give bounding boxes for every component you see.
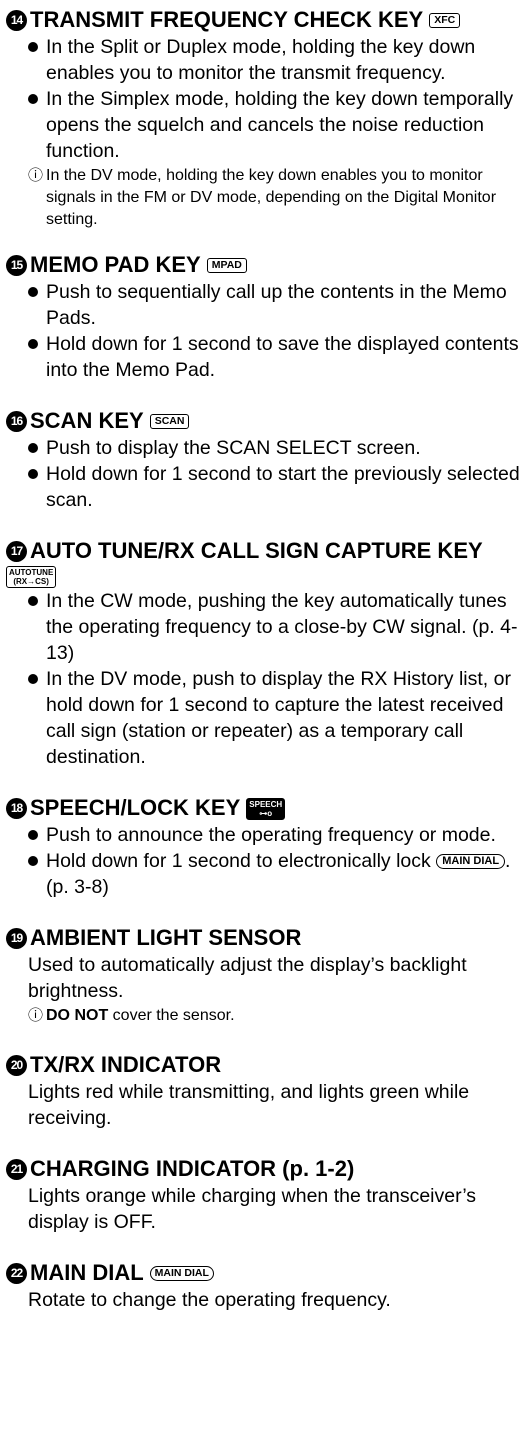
bullet-dot-icon [28,469,38,479]
section-heading: 20 TX/RX INDICATOR [6,1051,524,1079]
section-auto-tune-key: 17 AUTO TUNE/RX CALL SIGN CAPTURE KEY AU… [6,537,524,770]
section-title: MAIN DIAL [30,1260,144,1285]
section-number-badge: 22 [6,1262,27,1284]
key-label-main-dial: MAIN DIAL [149,1265,214,1281]
key-label-main-dial: MAIN DIAL [436,854,506,870]
section-speech-lock-key: 18 SPEECH/LOCK KEY SPEECH ⊶o Push to anno… [6,794,524,900]
bullet-dot-icon [28,830,38,840]
note: ⓘ In the DV mode, holding the key down en… [28,165,524,231]
section-memo-pad-key: 15 MEMO PAD KEY MPAD Push to sequentiall… [6,251,524,383]
section-title: AUTO TUNE/RX CALL SIGN CAPTURE KEY [30,538,483,563]
list-item: Push to sequentially call up the content… [28,279,524,331]
section-heading: 14 TRANSMIT FREQUENCY CHECK KEY XFC [6,6,524,34]
list-item: In the Split or Duplex mode, holding the… [28,34,524,86]
section-heading: 18 SPEECH/LOCK KEY SPEECH ⊶o [6,794,524,822]
list-item: In the DV mode, push to display the RX H… [28,666,524,770]
section-title: MEMO PAD KEY [30,252,201,277]
key-label-speech: SPEECH ⊶o [246,797,286,820]
key-label-xfc: XFC [429,12,461,28]
section-ambient-light-sensor: 19 AMBIENT LIGHT SENSOR Used to automati… [6,924,524,1027]
description: Rotate to change the operating frequency… [28,1289,391,1311]
section-title: TRANSMIT FREQUENCY CHECK KEY [30,7,424,32]
section-number-badge: 14 [6,9,27,31]
list-item: Hold down for 1 second to save the displ… [28,331,524,383]
bullet-dot-icon [28,94,38,104]
section-title: CHARGING INDICATOR (p. 1-2) [30,1156,355,1181]
description: Used to automatically adjust the display… [28,954,467,1002]
section-title: AMBIENT LIGHT SENSOR [30,925,302,950]
list-item: In the Simplex mode, holding the key dow… [28,86,524,164]
section-heading: 22 MAIN DIAL MAIN DIAL [6,1259,524,1287]
section-heading: 15 MEMO PAD KEY MPAD [6,251,524,279]
note: ⓘ DO NOT cover the sensor. [6,1005,524,1027]
description: Lights red while transmitting, and light… [28,1081,470,1129]
section-main-dial: 22 MAIN DIAL MAIN DIAL Rotate to change … [6,1259,524,1313]
section-number-badge: 17 [6,540,27,562]
bullet-dot-icon [28,674,38,684]
section-title: SCAN KEY [30,408,144,433]
section-number-badge: 21 [6,1158,27,1180]
section-number-badge: 15 [6,254,27,276]
section-title: SPEECH/LOCK KEY [30,795,241,820]
description: Lights orange while charging when the tr… [28,1185,477,1233]
section-title: TX/RX INDICATOR [30,1052,222,1077]
list-item: Hold down for 1 second to start the prev… [28,461,524,513]
bullet-dot-icon [28,596,38,606]
key-label-autotune: AUTOTUNE (RX→CS) [6,566,57,588]
bullet-dot-icon [28,42,38,52]
section-transmit-frequency-check-key: 14 TRANSMIT FREQUENCY CHECK KEY XFC In t… [6,6,524,231]
section-tx-rx-indicator: 20 TX/RX INDICATOR Lights red while tran… [6,1051,524,1131]
bullet-dot-icon [28,443,38,453]
list-item: In the CW mode, pushing the key automati… [28,588,524,666]
info-circle-icon: ⓘ [28,167,44,184]
list-item: Push to display the SCAN SELECT screen. [28,435,524,461]
list-item: Hold down for 1 second to electronically… [28,848,524,900]
bullet-dot-icon [28,287,38,297]
section-heading: 21 CHARGING INDICATOR (p. 1-2) [6,1155,524,1183]
key-label-scan: SCAN [149,413,190,429]
section-charging-indicator: 21 CHARGING INDICATOR (p. 1-2) Lights or… [6,1155,524,1235]
section-number-badge: 19 [6,927,27,949]
manual-page: 14 TRANSMIT FREQUENCY CHECK KEY XFC In t… [0,0,524,1313]
bullet-dot-icon [28,339,38,349]
section-number-badge: 20 [6,1054,27,1076]
section-heading: 17 AUTO TUNE/RX CALL SIGN CAPTURE KEY [6,537,524,565]
info-circle-icon: ⓘ [28,1007,44,1024]
bullet-dot-icon [28,856,38,866]
key-label-mpad: MPAD [206,257,247,273]
section-heading: 19 AMBIENT LIGHT SENSOR [6,924,524,952]
section-number-badge: 18 [6,797,27,819]
section-scan-key: 16 SCAN KEY SCAN Push to display the SCA… [6,407,524,513]
section-heading: 16 SCAN KEY SCAN [6,407,524,435]
list-item: Push to announce the operating frequency… [28,822,524,848]
section-number-badge: 16 [6,410,27,432]
